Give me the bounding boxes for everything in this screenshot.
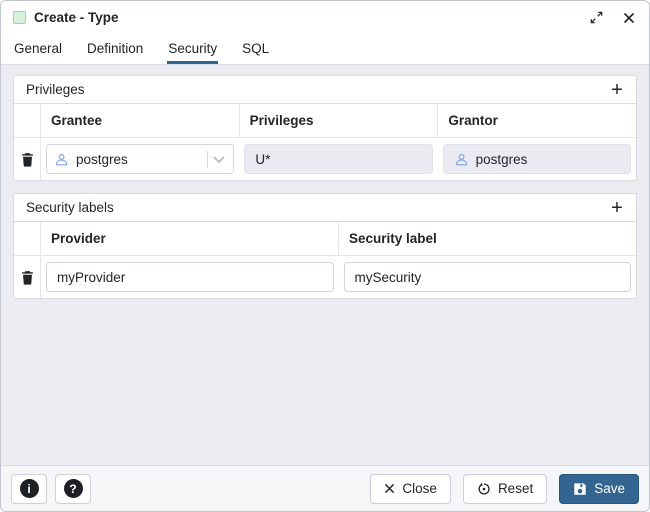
provider-cell xyxy=(41,256,339,298)
info-icon: i xyxy=(20,479,39,498)
close-window-button[interactable] xyxy=(621,10,637,26)
save-icon xyxy=(573,482,587,496)
privileges-cell: U* xyxy=(239,138,437,180)
create-type-dialog: Create - Type General Definition Securit… xyxy=(0,0,650,512)
privileges-section-title: Privileges xyxy=(26,82,85,97)
help-button[interactable]: ? xyxy=(55,474,91,504)
user-icon xyxy=(54,152,69,167)
privileges-section: Privileges + Grantee Privileges Grantor xyxy=(13,75,637,181)
privileges-header-row: Grantee Privileges Grantor xyxy=(14,104,636,138)
tab-general[interactable]: General xyxy=(13,34,63,64)
info-button[interactable]: i xyxy=(11,474,47,504)
type-icon xyxy=(13,11,26,24)
grantee-select[interactable]: postgres xyxy=(46,144,234,174)
security-labels-section-title: Security labels xyxy=(26,200,114,215)
reset-button-label: Reset xyxy=(498,481,533,496)
divider xyxy=(207,151,208,168)
expand-icon xyxy=(590,11,603,24)
close-icon xyxy=(384,483,395,494)
column-header-grantee: Grantee xyxy=(41,104,240,137)
provider-input[interactable] xyxy=(46,262,334,292)
tab-security[interactable]: Security xyxy=(167,34,218,64)
grantee-cell: postgres xyxy=(41,138,239,180)
grantor-cell: postgres xyxy=(438,138,636,180)
grantor-field: postgres xyxy=(443,144,631,174)
privileges-value: U* xyxy=(255,152,270,167)
trash-icon xyxy=(21,152,34,167)
reset-icon xyxy=(477,482,491,496)
column-header-provider: Provider xyxy=(41,222,339,255)
titlebar: Create - Type xyxy=(1,1,649,34)
grantor-value: postgres xyxy=(476,152,528,167)
security-labels-section: Security labels + Provider Security labe… xyxy=(13,193,637,299)
tab-bar: General Definition Security SQL xyxy=(1,34,649,65)
security-labels-section-header: Security labels + xyxy=(14,194,636,222)
close-icon xyxy=(623,12,635,24)
save-button[interactable]: Save xyxy=(559,474,639,504)
column-header-privileges: Privileges xyxy=(240,104,439,137)
tab-definition[interactable]: Definition xyxy=(86,34,144,64)
save-button-label: Save xyxy=(594,481,625,496)
delete-column-header xyxy=(14,222,41,255)
close-button-label: Close xyxy=(402,481,437,496)
delete-column-header xyxy=(14,104,41,137)
maximize-button[interactable] xyxy=(588,9,605,26)
security-labels-header-row: Provider Security label xyxy=(14,222,636,256)
security-label-input[interactable] xyxy=(344,262,632,292)
dialog-title: Create - Type xyxy=(34,10,119,25)
privileges-field[interactable]: U* xyxy=(244,144,432,174)
column-header-security-label: Security label xyxy=(339,222,636,255)
delete-cell xyxy=(14,256,41,298)
grantee-value: postgres xyxy=(76,152,203,167)
chevron-down-icon[interactable] xyxy=(212,155,226,164)
help-icon: ? xyxy=(64,479,83,498)
reset-button[interactable]: Reset xyxy=(463,474,547,504)
delete-security-label-row-button[interactable] xyxy=(19,268,36,287)
privileges-section-header: Privileges + xyxy=(14,76,636,104)
privileges-table-row: postgres U* xyxy=(14,138,636,180)
tab-sql[interactable]: SQL xyxy=(241,34,270,64)
delete-cell xyxy=(14,138,41,180)
column-header-grantor: Grantor xyxy=(438,104,636,137)
add-privilege-button[interactable]: + xyxy=(602,79,632,101)
security-labels-table-row xyxy=(14,256,636,298)
trash-icon xyxy=(21,270,34,285)
security-label-cell xyxy=(339,256,637,298)
dialog-footer: i ? Close Reset Save xyxy=(1,465,649,511)
user-icon xyxy=(454,152,469,167)
delete-privilege-row-button[interactable] xyxy=(19,150,36,169)
add-security-label-button[interactable]: + xyxy=(602,197,632,219)
close-button[interactable]: Close xyxy=(370,474,451,504)
dialog-body: Privileges + Grantee Privileges Grantor xyxy=(1,65,649,465)
